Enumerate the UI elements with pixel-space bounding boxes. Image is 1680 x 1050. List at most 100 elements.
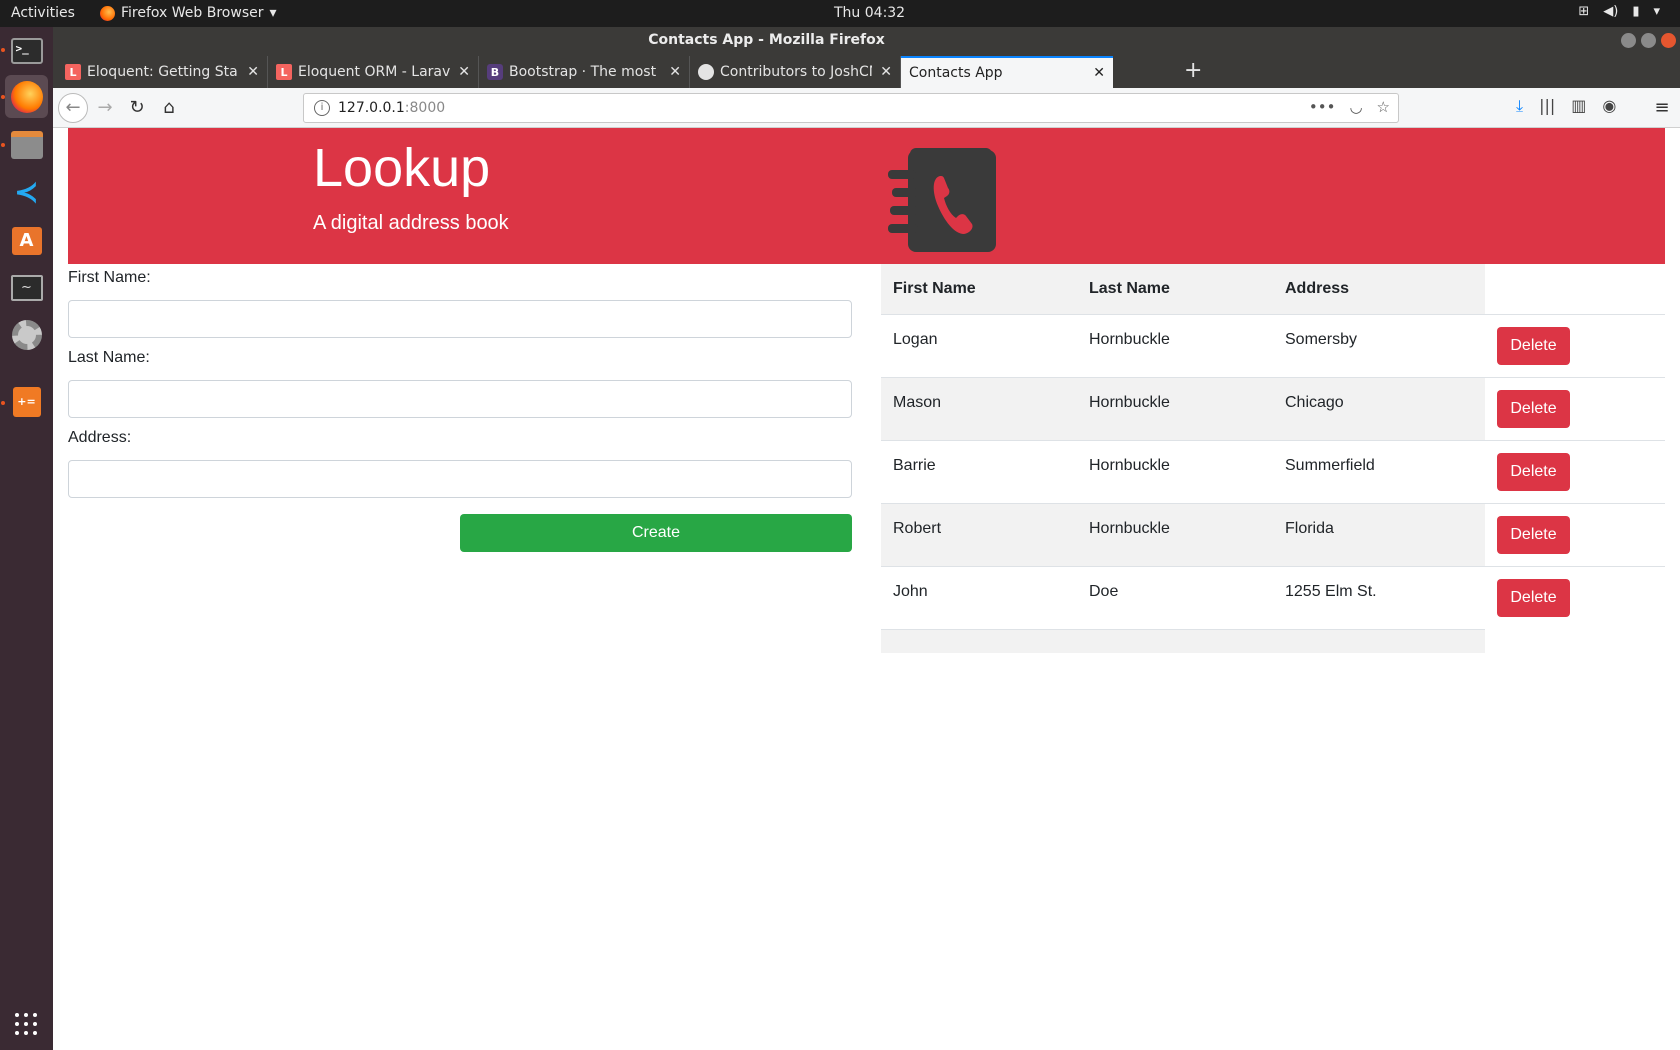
tab-eloquent-getting-started[interactable]: L Eloquent: Getting Starte ✕	[57, 56, 268, 88]
site-info-icon[interactable]: i	[314, 100, 330, 116]
cell-first-name: Logan	[881, 313, 1077, 377]
downloads-icon[interactable]: ⤓	[1516, 96, 1523, 116]
window-titlebar: Contacts App - Mozilla Firefox	[53, 27, 1680, 54]
window-controls	[1621, 33, 1676, 48]
url-host: 127.0.0.1	[338, 100, 405, 116]
forward-button[interactable]: →	[93, 96, 117, 120]
delete-button[interactable]: Delete	[1497, 515, 1570, 554]
table-header-row: First Name Last Name Address	[881, 264, 1665, 315]
cell-last-name: Hornbuckle	[1077, 376, 1273, 440]
page-subtitle: A digital address book	[313, 212, 509, 234]
system-tray[interactable]: ⊞ ◀) ▮ ▾	[1578, 4, 1660, 19]
url-actions: ••• ◡ ☆	[1309, 98, 1390, 116]
url-bar[interactable]: i 127.0.0.1:8000 ••• ◡ ☆	[303, 93, 1399, 123]
app-grid-icon	[14, 1012, 39, 1037]
network-icon: ⊞	[1578, 4, 1590, 19]
firefox-icon	[10, 80, 43, 113]
page-actions-icon[interactable]: •••	[1309, 98, 1336, 116]
home-button[interactable]: ⌂	[157, 96, 181, 120]
last-name-input[interactable]	[68, 380, 852, 418]
table-row: Logan Hornbuckle Somersby Delete	[881, 313, 1665, 377]
minimize-button[interactable]	[1621, 33, 1636, 48]
dock-settings[interactable]	[5, 313, 48, 356]
bookmark-star-icon[interactable]: ☆	[1377, 98, 1390, 116]
dock-terminal[interactable]: >_	[5, 29, 48, 72]
delete-button[interactable]: Delete	[1497, 452, 1570, 491]
bootstrap-icon: B	[487, 64, 503, 80]
dock-software[interactable]: A	[5, 219, 48, 262]
cell-first-name: Barrie	[881, 439, 1077, 503]
cell-address: Somersby	[1273, 313, 1485, 377]
column-header-last-name: Last Name	[1077, 264, 1273, 315]
jumbotron-header: Lookup A digital address book	[68, 128, 1665, 264]
create-button[interactable]: Create	[460, 514, 852, 552]
delete-button[interactable]: Delete	[1497, 389, 1570, 428]
delete-button[interactable]: Delete	[1497, 578, 1570, 617]
dock-firefox[interactable]	[5, 75, 48, 118]
tab-eloquent-orm[interactable]: L Eloquent ORM - Laravel - ✕	[268, 56, 479, 88]
close-tab-icon[interactable]: ✕	[247, 64, 259, 80]
cell-address: Summerfield	[1273, 439, 1485, 503]
software-center-icon: A	[11, 226, 42, 255]
activities-button[interactable]: Activities	[11, 5, 75, 21]
dock-calculator[interactable]: +=	[5, 380, 48, 423]
address-label: Address:	[68, 429, 132, 446]
clock[interactable]: Thu 04:32	[834, 5, 905, 21]
cell-address: Florida	[1273, 502, 1485, 566]
cell-actions: Delete	[1485, 439, 1665, 503]
table-row: Mason Hornbuckle Chicago Delete	[881, 376, 1665, 440]
app-menu[interactable]: Firefox Web Browser ▾	[100, 5, 277, 21]
close-window-button[interactable]	[1661, 33, 1676, 48]
tab-contributors[interactable]: Contributors to JoshCM ✕	[690, 56, 901, 88]
laravel-icon: L	[276, 64, 292, 80]
url-port: :8000	[404, 100, 446, 116]
url-text: 127.0.0.1:8000	[338, 100, 445, 116]
ubuntu-dock: >_ ≺ A ~ +=	[0, 27, 53, 1050]
close-tab-icon[interactable]: ✕	[880, 64, 892, 80]
window-title: Contacts App - Mozilla Firefox	[648, 32, 885, 48]
sidebar-icon[interactable]: ▥	[1571, 96, 1586, 116]
column-header-address: Address	[1273, 264, 1485, 315]
vscode-icon: ≺	[13, 174, 40, 210]
contacts-table-container: First Name Last Name Address Logan Hornb…	[881, 264, 1665, 653]
cell-first-name: John	[881, 565, 1077, 629]
app-menu-label: Firefox Web Browser	[121, 5, 264, 21]
back-button[interactable]: ←	[58, 93, 88, 123]
calculator-icon: +=	[12, 386, 41, 417]
close-tab-icon[interactable]: ✕	[669, 64, 681, 80]
cell-address: 1255 Elm St.	[1273, 565, 1485, 629]
caret-down-icon: ▾	[269, 5, 277, 21]
dock-system-monitor[interactable]: ~	[5, 266, 48, 309]
dock-files[interactable]	[5, 123, 48, 166]
table-row: Barrie Hornbuckle Summerfield Delete	[881, 439, 1665, 503]
address-input[interactable]	[68, 460, 852, 498]
laravel-icon: L	[65, 64, 81, 80]
close-tab-icon[interactable]: ✕	[1093, 65, 1105, 81]
table-row: John Doe 1255 Elm St. Delete	[881, 565, 1665, 629]
close-tab-icon[interactable]: ✕	[458, 64, 470, 80]
cell-actions: Delete	[1485, 502, 1665, 566]
new-tab-button[interactable]: +	[1184, 58, 1202, 83]
cell-address: Chicago	[1273, 376, 1485, 440]
tab-contacts-app[interactable]: Contacts App ✕	[901, 56, 1113, 88]
maximize-button[interactable]	[1641, 33, 1656, 48]
cell-last-name: Doe	[1077, 565, 1273, 629]
pocket-icon[interactable]: ◡	[1349, 98, 1362, 116]
hamburger-menu-icon[interactable]: ≡	[1650, 96, 1674, 120]
delete-button[interactable]: Delete	[1497, 326, 1570, 365]
last-name-label: Last Name:	[68, 349, 150, 366]
tab-bootstrap[interactable]: B Bootstrap · The most po ✕	[479, 56, 690, 88]
dock-vscode[interactable]: ≺	[5, 171, 48, 214]
column-header-first-name: First Name	[881, 264, 1077, 315]
account-icon[interactable]: ◉	[1602, 96, 1616, 116]
dock-show-apps[interactable]	[5, 1003, 48, 1046]
cell-last-name: Hornbuckle	[1077, 439, 1273, 503]
reload-button[interactable]: ↻	[125, 96, 149, 120]
cell-first-name: Robert	[881, 502, 1077, 566]
tab-label: Contributors to JoshCM	[720, 64, 873, 80]
library-icon[interactable]: |||	[1539, 96, 1555, 116]
battery-icon: ▮	[1632, 4, 1640, 19]
tab-label: Bootstrap · The most po	[509, 64, 662, 80]
settings-icon	[11, 319, 42, 350]
first-name-input[interactable]	[68, 300, 852, 338]
